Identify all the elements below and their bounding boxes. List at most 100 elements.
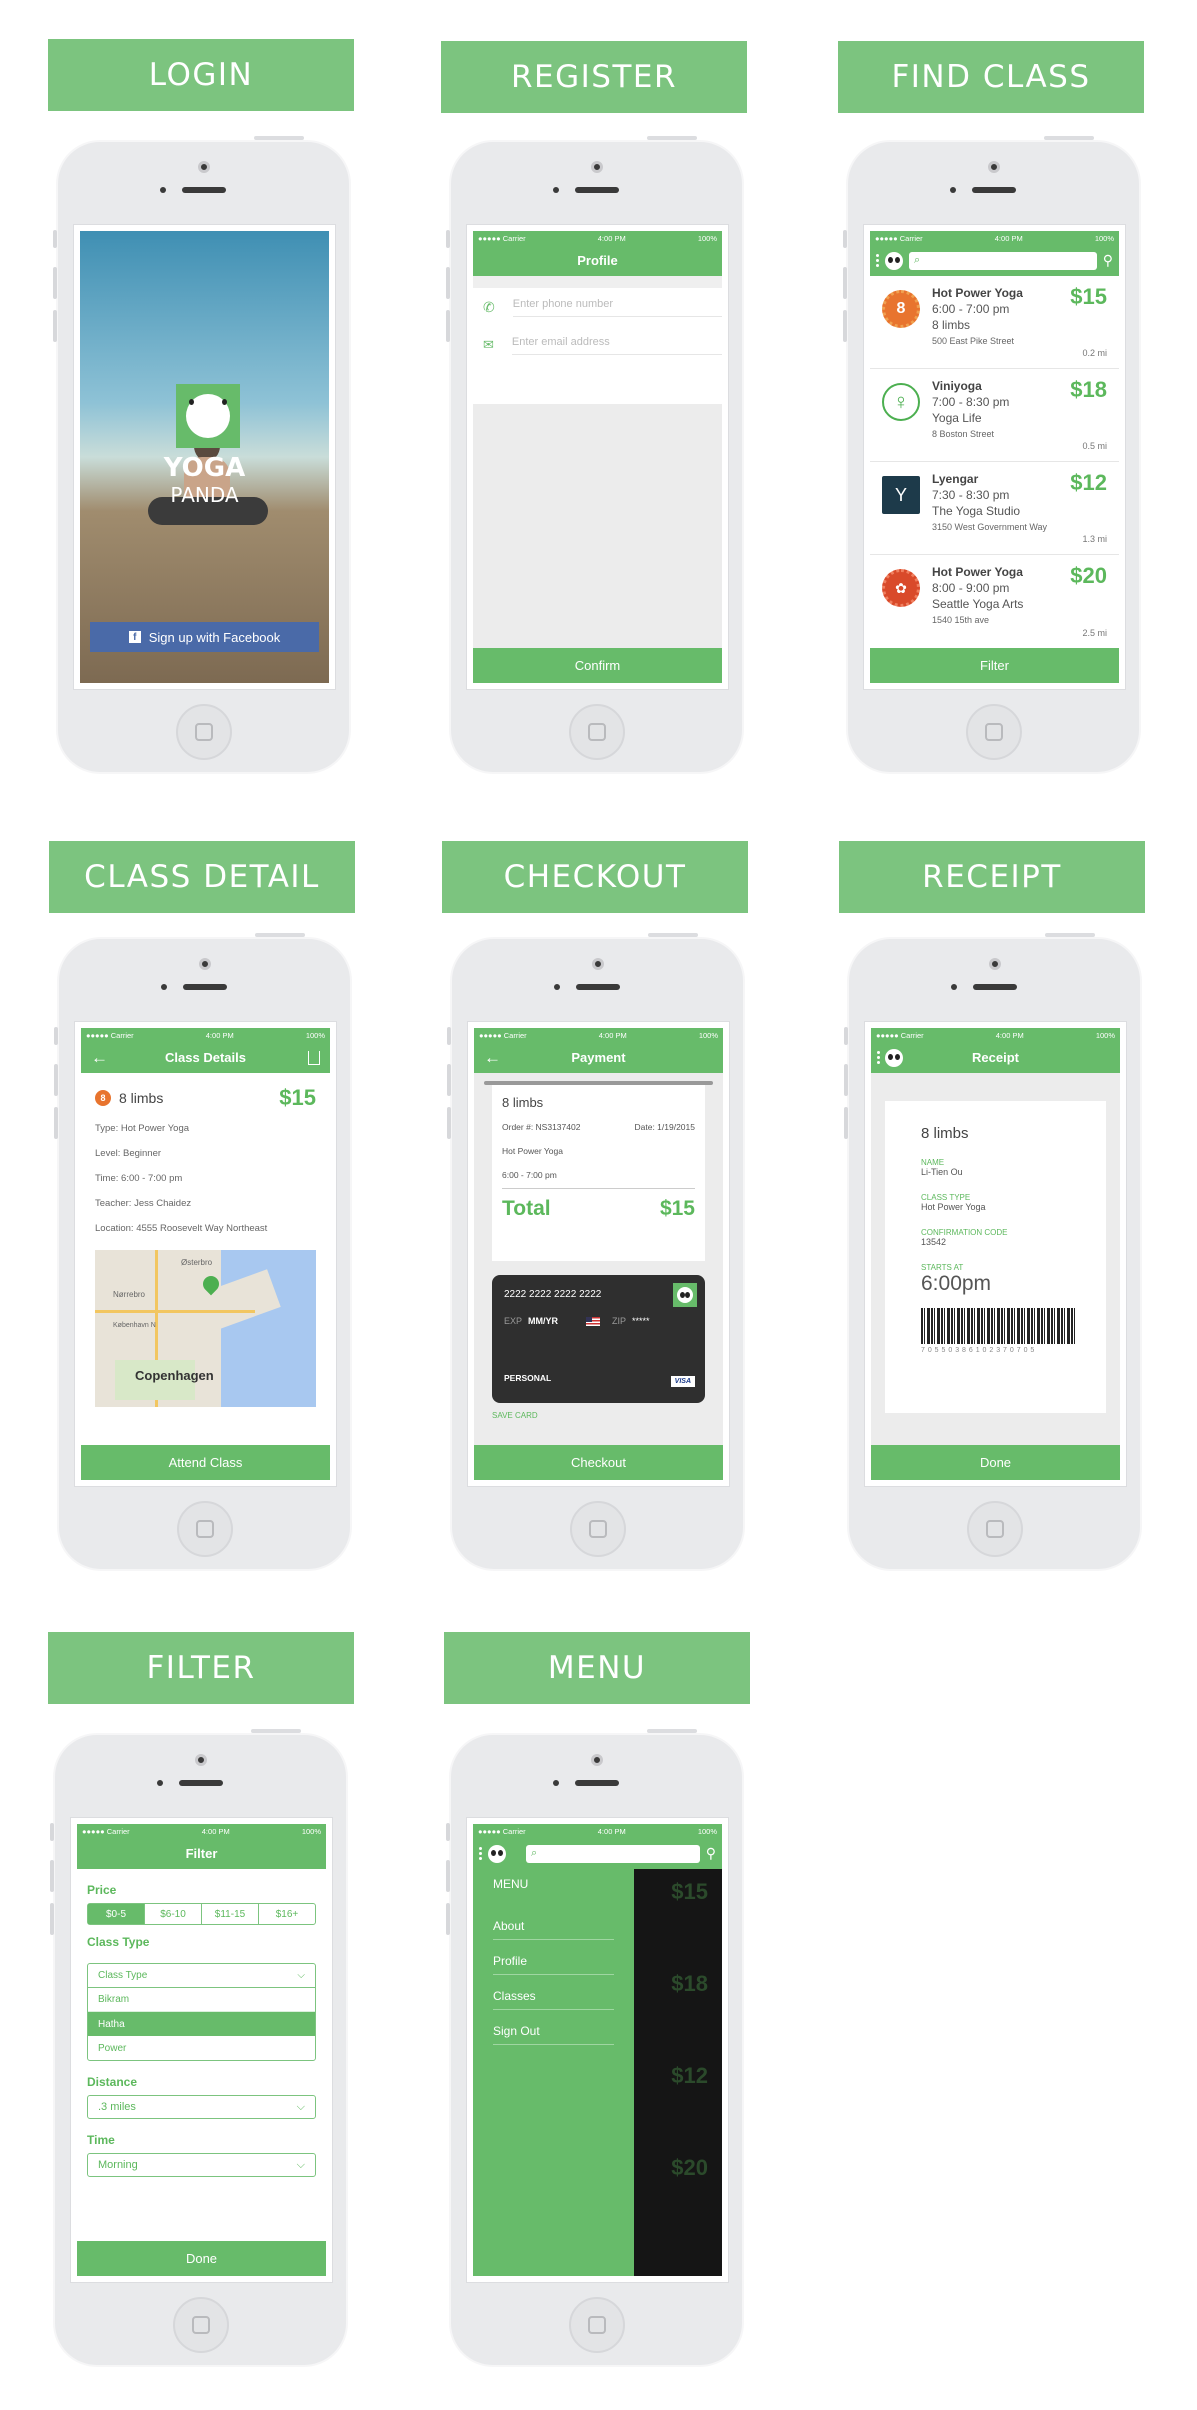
price-option[interactable]: $16+ bbox=[258, 1904, 315, 1924]
time-value: Morning bbox=[98, 2159, 138, 2171]
time-select[interactable]: Morning ⌵ bbox=[87, 2153, 316, 2177]
location-pin-icon[interactable]: ⚲ bbox=[1103, 252, 1113, 269]
attend-class-button[interactable]: Attend Class bbox=[81, 1445, 330, 1480]
menu-dots-icon[interactable] bbox=[876, 254, 879, 267]
nav-title: Payment bbox=[571, 1050, 626, 1065]
menu-item-profile[interactable]: Profile bbox=[493, 1948, 614, 1975]
phone-menu: ●●●●● Carrier 4:00 PM 100% ⌕ ⚲ $15 $18 $12… bbox=[446, 1729, 744, 2367]
search-input[interactable]: ⌕ bbox=[526, 1844, 700, 1863]
class-list-item[interactable]: Y Lyengar 7:30 - 8:30 pm The Yoga Studio… bbox=[870, 462, 1119, 555]
confirmation-value: 13542 bbox=[921, 1237, 947, 1247]
class-type: Type: Hot Power Yoga bbox=[95, 1123, 190, 1134]
class-address: 1540 15th ave bbox=[932, 615, 990, 625]
checkout-button[interactable]: Checkout bbox=[474, 1445, 723, 1480]
class-detail-screen: ●●●●● Carrier 4:00 PM 100% ← Class Details… bbox=[81, 1028, 330, 1480]
exp-field[interactable]: MM/YR bbox=[528, 1316, 558, 1326]
home-button[interactable] bbox=[569, 1501, 626, 1557]
home-button[interactable] bbox=[966, 1501, 1023, 1557]
class-studio: The Yoga Studio bbox=[932, 504, 1021, 518]
filter-screen: ●●●●● Carrier 4:00 PM 100% Filter Price $0… bbox=[77, 1824, 326, 2276]
menu-dots-icon[interactable] bbox=[479, 1847, 482, 1860]
search-bar: ⌕ ⚲ bbox=[870, 245, 1119, 276]
class-type-dropdown[interactable]: Class Type ⌵ Bikram Hatha Power bbox=[87, 1963, 316, 2061]
logo-text-yoga: YOGA bbox=[163, 453, 246, 483]
class-distance: 2.5 mi bbox=[1082, 628, 1107, 638]
filter-button[interactable]: Filter bbox=[870, 648, 1119, 683]
phone-filter: ●●●●● Carrier 4:00 PM 100% Filter Price $0… bbox=[50, 1729, 348, 2367]
save-card-link[interactable]: SAVE CARD bbox=[492, 1411, 705, 1420]
search-bar: ⌕ ⚲ bbox=[473, 1838, 722, 1869]
chevron-down-icon: ⌵ bbox=[297, 1970, 305, 1981]
done-button[interactable]: Done bbox=[871, 1445, 1120, 1480]
side-menu: MENU About Profile Classes Sign Out bbox=[473, 1869, 634, 2276]
dimmed-list-overlay: $15 $18 $12 $20 bbox=[634, 1869, 722, 2276]
class-type-option-selected[interactable]: Hatha bbox=[88, 2012, 315, 2036]
panda-logo-icon bbox=[186, 394, 230, 438]
flag-icon bbox=[586, 1316, 601, 1326]
phone-login: YOGA PANDA f Sign up with Facebook bbox=[53, 136, 351, 774]
menu-item-classes[interactable]: Classes bbox=[493, 1983, 614, 2010]
payment-card[interactable]: 2222 2222 2222 2222 EXP MM/YR ZIP ***** … bbox=[492, 1275, 705, 1403]
home-button[interactable] bbox=[568, 2297, 625, 2353]
receipt-card: 8 limbs NAME Li-Tien Ou CLASS TYPE Hot P… bbox=[885, 1101, 1106, 1413]
price-segmented-control[interactable]: $0-5 $6-10 $11-15 $16+ bbox=[87, 1903, 316, 1925]
confirm-button[interactable]: Confirm bbox=[473, 648, 722, 683]
class-list-item[interactable]: ✿ Hot Power Yoga 8:00 - 9:00 pm Seattle … bbox=[870, 555, 1119, 648]
phone-receipt: ●●●●● Carrier 4:00 PM 100% Receipt 8 limbs… bbox=[844, 933, 1142, 1571]
location-pin-icon[interactable]: ⚲ bbox=[706, 1845, 716, 1862]
name-value: Li-Tien Ou bbox=[921, 1167, 963, 1177]
price-option[interactable]: $0-5 bbox=[88, 1904, 144, 1924]
home-button[interactable] bbox=[175, 704, 232, 760]
distance-select[interactable]: .3 miles ⌵ bbox=[87, 2095, 316, 2119]
class-type-option[interactable]: Power bbox=[88, 2036, 315, 2060]
dimmed-price: $12 bbox=[671, 2063, 708, 2088]
search-input[interactable]: ⌕ bbox=[909, 251, 1097, 270]
home-button[interactable] bbox=[568, 704, 625, 760]
facebook-button-label: Sign up with Facebook bbox=[148, 629, 281, 645]
class-time: Time: 6:00 - 7:00 pm bbox=[95, 1173, 183, 1184]
price-option[interactable]: $6-10 bbox=[144, 1904, 201, 1924]
facebook-signup-button[interactable]: f Sign up with Facebook bbox=[90, 622, 319, 652]
menu-item-sign-out[interactable]: Sign Out bbox=[493, 2018, 614, 2045]
sun-logo-icon: 8 bbox=[882, 290, 920, 328]
lotus-logo-icon: ✿ bbox=[882, 569, 920, 607]
home-button[interactable] bbox=[965, 704, 1022, 760]
distance-value: .3 miles bbox=[98, 2101, 136, 2113]
map-label-b: Nørrebro bbox=[113, 1290, 146, 1299]
class-price: $12 bbox=[1070, 470, 1107, 495]
section-label-filter: FILTER bbox=[48, 1632, 354, 1704]
class-teacher: Teacher: Jess Chaidez bbox=[95, 1198, 192, 1209]
menu-item-about[interactable]: About bbox=[493, 1913, 614, 1940]
class-list-item[interactable]: 8 Hot Power Yoga 6:00 - 7:00 pm 8 limbs … bbox=[870, 276, 1119, 369]
barcode-digits: 7 0 5 5 0 3 8 6 1 0 2 3 7 0 7 0 5 bbox=[921, 1347, 1035, 1354]
logo-tile bbox=[176, 384, 240, 448]
menu-title: MENU bbox=[493, 1877, 529, 1891]
status-bar: ●●●●● Carrier 4:00 PM 100% bbox=[870, 231, 1119, 245]
nav-title: Profile bbox=[473, 245, 722, 276]
home-button[interactable] bbox=[176, 1501, 233, 1557]
class-address: 3150 West Government Way bbox=[932, 522, 1048, 532]
price-option[interactable]: $11-15 bbox=[201, 1904, 258, 1924]
logo-text-panda: PANDA bbox=[170, 483, 239, 507]
location-map[interactable]: Østerbro Nørrebro København N Copenhagen bbox=[95, 1250, 316, 1407]
class-list-item[interactable]: ♀ Viniyoga 7:00 - 8:30 pm Yoga Life 8 Bo… bbox=[870, 369, 1119, 462]
search-icon: ⌕ bbox=[914, 254, 921, 266]
back-arrow-icon[interactable]: ← bbox=[91, 1048, 108, 1068]
nav-title: Filter bbox=[77, 1838, 326, 1869]
menu-dots-icon[interactable] bbox=[877, 1051, 880, 1064]
class-type-value: Hot Power Yoga bbox=[921, 1202, 986, 1212]
receipt-studio: 8 limbs bbox=[921, 1125, 969, 1142]
back-arrow-icon[interactable]: ← bbox=[484, 1048, 501, 1068]
email-field[interactable]: ✉ Enter email address bbox=[473, 326, 722, 364]
share-icon[interactable] bbox=[308, 1050, 320, 1065]
class-price: $15 bbox=[279, 1085, 316, 1110]
zip-field[interactable]: ***** bbox=[632, 1316, 650, 1326]
class-type-option[interactable]: Bikram bbox=[88, 1988, 315, 2012]
section-label-register: REGISTER bbox=[441, 41, 747, 113]
starts-at-value: 6:00pm bbox=[921, 1272, 992, 1295]
home-button[interactable] bbox=[172, 2297, 229, 2353]
card-type-label: PERSONAL bbox=[504, 1373, 552, 1383]
done-button[interactable]: Done bbox=[77, 2241, 326, 2276]
email-icon: ✉ bbox=[483, 337, 494, 352]
phone-field[interactable]: ✆ Enter phone number bbox=[473, 288, 722, 326]
